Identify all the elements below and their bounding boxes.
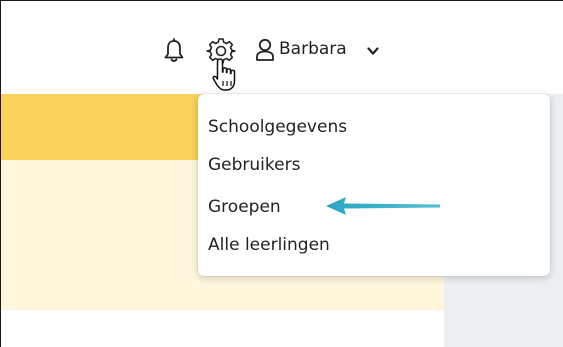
menu-item-groepen[interactable]: Groepen xyxy=(208,196,281,218)
user-icon[interactable] xyxy=(255,38,275,62)
menu-item-schoolgegevens[interactable]: Schoolgegevens xyxy=(208,116,347,138)
hand-pointer-icon xyxy=(212,58,236,91)
chevron-down-icon[interactable] xyxy=(367,46,379,56)
user-menu-name[interactable]: Barbara xyxy=(279,38,347,60)
annotation-arrow-icon xyxy=(326,197,440,215)
bell-icon[interactable] xyxy=(163,38,185,64)
settings-dropdown-menu: Schoolgegevens Gebruikers Groepen Alle l… xyxy=(198,94,550,276)
menu-item-gebruikers[interactable]: Gebruikers xyxy=(208,154,300,176)
menu-item-alle-leerlingen[interactable]: Alle leerlingen xyxy=(208,234,330,256)
